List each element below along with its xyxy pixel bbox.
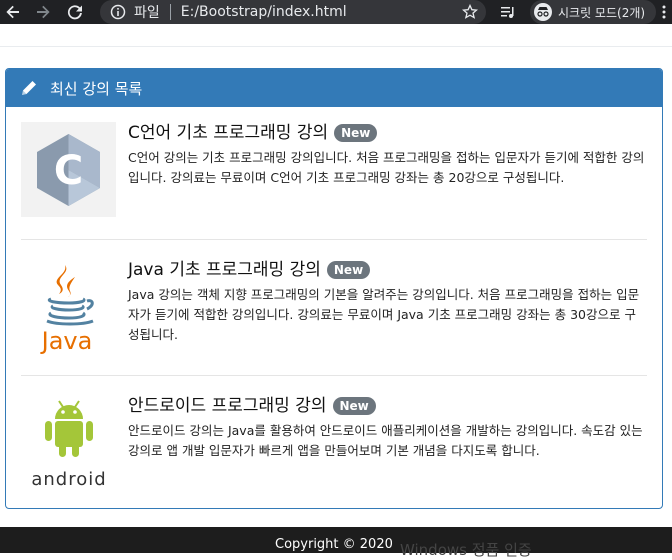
reload-button[interactable] (62, 0, 88, 24)
panel-title: 최신 강의 목록 (50, 79, 143, 98)
arrow-right-icon (37, 5, 50, 19)
course-description: 안드로이드 강의는 Java를 활용하여 안드로이드 애플리케이션을 개발하는 … (128, 423, 643, 458)
arrow-left-icon (6, 5, 20, 19)
new-badge: New (326, 261, 371, 279)
course-description: C언어 강의는 기초 프로그래밍 강의입니다. 처음 프로그래밍을 접하는 입문… (128, 150, 645, 185)
footer: Copyright © 2020 Windows 정품 인증 (0, 527, 672, 559)
address-divider (169, 4, 171, 20)
course-title[interactable]: C언어 기초 프로그래밍 강의 New (128, 122, 647, 144)
reload-icon (67, 5, 82, 20)
java-logo: Java (21, 259, 116, 355)
course-list-panel: 최신 강의 목록 C C언어 기초 프로그래밍 강의 New C언어 강의는 기… (5, 68, 663, 509)
course-title-text[interactable]: 안드로이드 프로그래밍 강의 (128, 395, 327, 417)
panel-heading: 최신 강의 목록 (6, 69, 662, 107)
incognito-icon (534, 3, 552, 21)
media-control-icon[interactable] (500, 4, 516, 20)
incognito-label: 시크릿 모드(2개) (558, 5, 646, 20)
course-title[interactable]: Java 기초 프로그래밍 강의 New (128, 259, 647, 281)
course-title-text[interactable]: Java 기초 프로그래밍 강의 (128, 259, 321, 281)
new-badge: New (334, 124, 378, 142)
java-logo-text: Java (40, 327, 93, 354)
back-button[interactable] (0, 0, 26, 24)
url-text[interactable]: E:/Bootstrap/index.html (181, 4, 347, 20)
incognito-indicator[interactable]: 시크릿 모드(2개) (530, 0, 656, 24)
course-title[interactable]: 안드로이드 프로그래밍 강의 New (128, 395, 647, 417)
course-description: Java 강의는 객체 지향 프로그래밍의 기본을 알려주는 강의입니다. 처음… (128, 287, 640, 342)
course-body: Java 기초 프로그래밍 강의 New Java 강의는 객체 지향 프로그래… (128, 259, 647, 345)
course-body: 안드로이드 프로그래밍 강의 New 안드로이드 강의는 Java를 활용하여 … (128, 395, 647, 461)
android-logo: android (21, 395, 116, 490)
new-badge: New (332, 397, 376, 415)
course-item-c[interactable]: C C언어 기초 프로그래밍 강의 New C언어 강의는 기초 프로그래밍 강… (21, 122, 647, 222)
navbar-bottom-border (0, 46, 672, 47)
c-language-logo: C (21, 122, 116, 217)
info-icon[interactable] (110, 4, 126, 20)
android-logo-text: android (31, 469, 106, 490)
bookmark-star-icon[interactable] (462, 4, 478, 20)
course-body: C언어 기초 프로그래밍 강의 New C언어 강의는 기초 프로그래밍 강의입… (128, 122, 647, 188)
svg-text:C: C (54, 148, 83, 194)
scheme-label: 파일 (134, 5, 160, 21)
browser-toolbar: 파일 E:/Bootstrap/index.html 시크릿 모드(2개) (0, 0, 672, 24)
copyright-text: Copyright © 2020 (275, 537, 393, 552)
windows-activation-watermark: Windows 정품 인증 (400, 541, 532, 559)
course-item-android[interactable]: android 안드로이드 프로그래밍 강의 New 안드로이드 강의는 Jav… (21, 395, 647, 495)
course-item-java[interactable]: Java Java 기초 프로그래밍 강의 New Java 강의는 객체 지향… (21, 259, 647, 359)
forward-button[interactable] (30, 0, 56, 24)
address-bar[interactable]: 파일 E:/Bootstrap/index.html (100, 0, 486, 24)
more-menu-icon[interactable] (658, 4, 670, 20)
course-title-text[interactable]: C언어 기초 프로그래밍 강의 (128, 122, 328, 144)
item-divider (21, 375, 647, 376)
item-divider (21, 239, 647, 240)
pencil-icon (22, 81, 36, 95)
